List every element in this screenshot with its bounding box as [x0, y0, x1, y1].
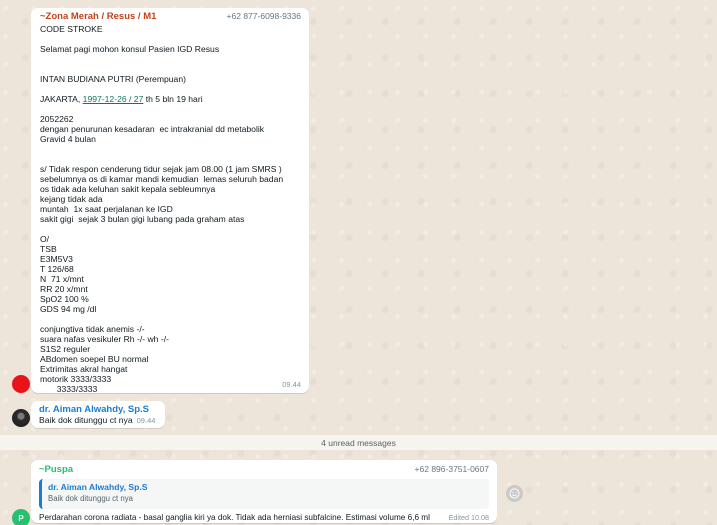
quoted-author: dr. Aiman Alwahdy, Sp.S: [48, 482, 148, 492]
message-text-part-2: th 5 bln 19 hari 2052262 dengan penuruna…: [40, 94, 284, 394]
sender-row: ~Zona Merah / Resus / M1 +62 877-6098-93…: [40, 11, 301, 24]
message-text: Perdarahan corona radiata - basal gangli…: [39, 513, 430, 522]
sender-row: ~Puspa +62 896-3751-0607: [39, 464, 489, 476]
sender-name[interactable]: ~Puspa: [39, 464, 73, 475]
message-text: CODE STROKE Selamat pagi mohon konsul Pa…: [40, 24, 301, 394]
quoted-message[interactable]: dr. Aiman Alwahdy, Sp.S Baik dok ditungg…: [39, 479, 489, 509]
message-bubble-zona-merah[interactable]: ~Zona Merah / Resus / M1 +62 877-6098-93…: [31, 8, 309, 394]
message-bubble-puspa[interactable]: ~Puspa +62 896-3751-0607 dr. Aiman Alwah…: [31, 460, 497, 523]
avatar-zona-merah[interactable]: [12, 375, 30, 393]
message-text-part-1: CODE STROKE Selamat pagi mohon konsul Pa…: [40, 24, 220, 104]
sender-name[interactable]: dr. Aiman Alwahdy, Sp.S: [39, 404, 159, 415]
unread-messages-divider: 4 unread messages: [0, 435, 717, 450]
smiley-icon: [509, 488, 520, 499]
message-time: 09.44: [282, 380, 301, 389]
emoji-reaction-icon[interactable]: [506, 485, 523, 502]
sender-name[interactable]: ~Zona Merah / Resus / M1: [40, 11, 156, 22]
message-text: Baik dok ditunggu ct nya 09.44: [39, 415, 159, 426]
edited-time: Edited 10.08: [448, 513, 489, 522]
quoted-text: Baik dok ditunggu ct nya: [48, 494, 133, 503]
message-time: 09.44: [136, 416, 156, 425]
message-text-body: Baik dok ditunggu ct nya: [39, 415, 133, 425]
message-bubble-dr-aiman[interactable]: dr. Aiman Alwahdy, Sp.S Baik dok ditungg…: [31, 401, 165, 428]
message-body-row: Perdarahan corona radiata - basal gangli…: [39, 513, 489, 523]
sender-phone[interactable]: +62 896-3751-0607: [415, 464, 489, 474]
avatar-puspa[interactable]: P: [12, 509, 30, 525]
avatar-dr-aiman[interactable]: [12, 409, 30, 427]
unread-label: 4 unread messages: [321, 437, 396, 448]
sender-phone[interactable]: +62 877-6098-9336: [227, 11, 301, 21]
date-link[interactable]: 1997-12-26 / 27: [83, 94, 144, 104]
